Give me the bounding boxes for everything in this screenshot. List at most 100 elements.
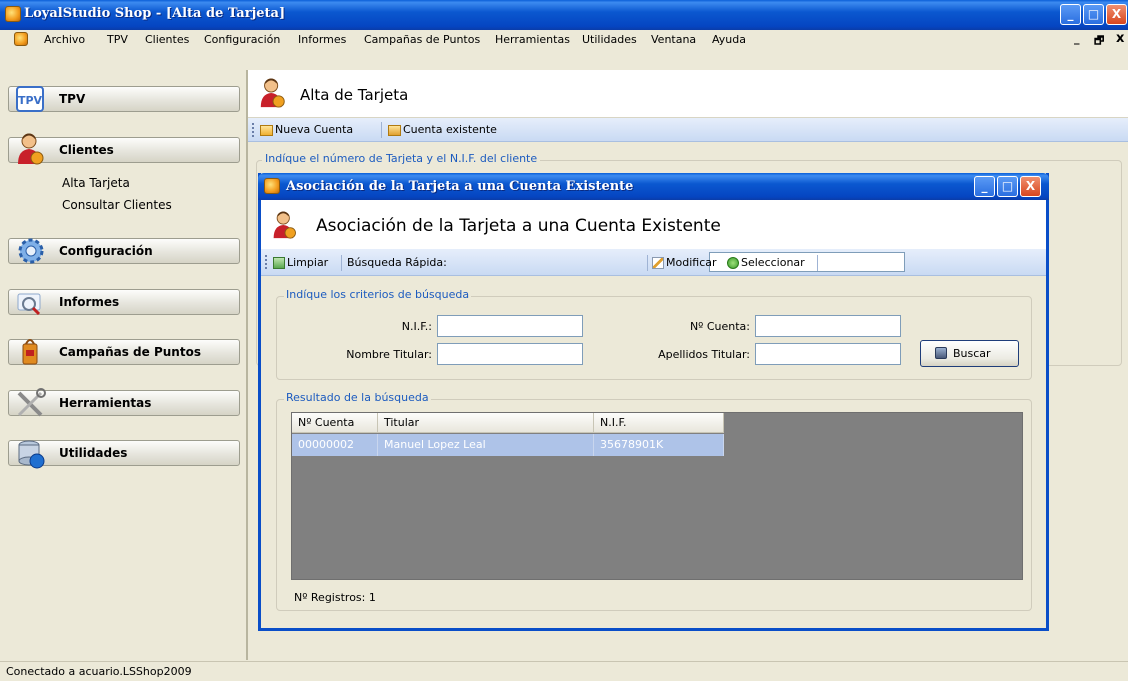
menu-herramientas[interactable]: Herramientas	[495, 33, 570, 46]
dialog-title-bar[interactable]: Asociación de la Tarjeta a una Cuenta Ex…	[258, 173, 1049, 200]
tpv-icon: TPV	[16, 86, 44, 112]
toolbar-separator	[647, 255, 648, 271]
dialog-toolbar: Limpiar Búsqueda Rápida: Modificar Selec…	[261, 249, 1046, 276]
dialog-maximize-button[interactable]: □	[997, 176, 1018, 197]
menu-ayuda[interactable]: Ayuda	[712, 33, 746, 46]
database-globe-icon	[18, 440, 45, 469]
sidebar-subitem-alta-tarjeta[interactable]: Alta Tarjeta	[62, 176, 130, 190]
toolbar-separator	[817, 255, 818, 271]
toolbar-grip[interactable]	[252, 123, 254, 137]
nombre-field[interactable]	[437, 343, 583, 365]
column-header-titular[interactable]: Titular	[378, 413, 594, 433]
app-icon[interactable]	[5, 6, 21, 22]
results-legend: Resultado de la búsqueda	[284, 391, 431, 404]
modificar-button[interactable]: Modificar	[652, 256, 717, 269]
svg-text:TPV: TPV	[18, 94, 43, 107]
column-header-nif[interactable]: N.I.F.	[594, 413, 724, 433]
cuenta-existente-button[interactable]: Cuenta existente	[388, 123, 497, 136]
sidebar-item-label: TPV	[59, 92, 86, 106]
criteria-groupbox	[276, 296, 1032, 380]
sidebar-item-label: Clientes	[59, 143, 114, 157]
column-header-cuenta[interactable]: Nº Cuenta	[292, 413, 378, 433]
nueva-cuenta-button[interactable]: Nueva Cuenta	[260, 123, 353, 136]
mdi-minimize-button[interactable]: _	[1074, 32, 1080, 45]
binoculars-icon	[935, 346, 947, 359]
seleccionar-button[interactable]: Seleccionar	[727, 256, 805, 269]
app-title: LoyalStudio Shop - [Alta de Tarjeta]	[24, 6, 286, 21]
clear-icon	[273, 257, 285, 269]
mdi-close-button[interactable]: x	[1116, 31, 1124, 46]
sidebar-item-clientes[interactable]: Clientes	[8, 133, 240, 165]
dialog-close-button[interactable]: X	[1020, 176, 1041, 197]
menu-informes[interactable]: Informes	[298, 33, 346, 46]
cell-cuenta: 00000002	[292, 434, 378, 456]
sidebar-item-label: Campañas de Puntos	[59, 345, 201, 359]
menu-configuracion[interactable]: Configuración	[204, 33, 280, 46]
apellidos-label: Apellidos Titular:	[658, 348, 750, 361]
main-header: Alta de Tarjeta	[248, 70, 1128, 118]
client-icon	[260, 78, 285, 108]
record-count: Nº Registros: 1	[294, 591, 376, 604]
check-icon	[727, 257, 739, 269]
sidebar-item-tpv[interactable]: TPV TPV	[8, 86, 240, 112]
main-toolbar: Nueva Cuenta Cuenta existente	[248, 118, 1128, 142]
menu-archivo[interactable]: Archivo	[44, 33, 85, 46]
shopping-bag-icon	[22, 339, 38, 365]
status-bar: Conectado a acuario.LSShop2009	[0, 661, 1128, 681]
tarjeta-group-legend: Indíque el número de Tarjeta y el N.I.F.…	[262, 152, 541, 165]
nif-label: N.I.F.:	[401, 320, 432, 333]
report-magnifier-icon	[17, 293, 41, 316]
menu-campanas[interactable]: Campañas de Puntos	[364, 33, 480, 46]
sidebar-item-campanas[interactable]: Campañas de Puntos	[8, 339, 240, 365]
close-button[interactable]: X	[1106, 4, 1127, 25]
menu-clientes[interactable]: Clientes	[145, 33, 189, 46]
gear-icon	[18, 238, 44, 264]
menu-tpv[interactable]: TPV	[107, 33, 128, 46]
sidebar-item-configuracion[interactable]: Configuración	[8, 238, 240, 264]
sidebar-item-label: Utilidades	[59, 446, 128, 460]
buscar-button[interactable]: Buscar	[920, 340, 1019, 367]
sidebar-item-informes[interactable]: Informes	[8, 289, 240, 316]
menu-ventana[interactable]: Ventana	[651, 33, 696, 46]
sidebar-item-herramientas[interactable]: Herramientas	[8, 388, 240, 417]
toolbar-grip[interactable]	[265, 255, 267, 269]
menu-utilidades[interactable]: Utilidades	[582, 33, 637, 46]
sidebar-subitem-consultar-clientes[interactable]: Consultar Clientes	[62, 198, 172, 212]
mdi-child-icon[interactable]	[14, 32, 28, 46]
cell-nif: 35678901K	[594, 434, 724, 456]
cuenta-field[interactable]	[755, 315, 901, 337]
client-icon	[18, 133, 44, 165]
dialog-minimize-button[interactable]: _	[974, 176, 995, 197]
cuenta-label: Nº Cuenta:	[689, 320, 750, 333]
nif-field[interactable]	[437, 315, 583, 337]
dialog-header: Asociación de la Tarjeta a una Cuenta Ex…	[261, 200, 1046, 249]
page-title: Alta de Tarjeta	[300, 86, 409, 104]
mdi-restore-button[interactable]: 🗗	[1094, 32, 1104, 51]
menu-bar: Archivo TPV Clientes Configuración Infor…	[0, 30, 1128, 50]
limpiar-button[interactable]: Limpiar	[273, 256, 328, 269]
apellidos-field[interactable]	[755, 343, 901, 365]
client-icon	[273, 211, 296, 239]
sidebar-item-label: Herramientas	[59, 396, 152, 410]
status-text: Conectado a acuario.LSShop2009	[6, 665, 192, 678]
dialog-app-icon[interactable]	[264, 178, 280, 194]
dialog-title: Asociación de la Tarjeta a una Cuenta Ex…	[286, 179, 634, 194]
criteria-legend: Indíque los criterios de búsqueda	[284, 288, 472, 301]
toolbar-separator	[381, 122, 382, 138]
nombre-label: Nombre Titular:	[346, 348, 432, 361]
minimize-button[interactable]: _	[1060, 4, 1081, 25]
busqueda-rapida-label: Búsqueda Rápida:	[347, 256, 447, 269]
buscar-label: Buscar	[953, 347, 991, 360]
maximize-button[interactable]: □	[1083, 4, 1104, 25]
dialog-header-title: Asociación de la Tarjeta a una Cuenta Ex…	[316, 216, 721, 236]
table-row[interactable]: 00000002 Manuel Lopez Leal 35678901K	[292, 434, 724, 456]
edit-icon	[652, 257, 664, 269]
sidebar-item-utilidades[interactable]: Utilidades	[8, 440, 240, 469]
app-title-bar[interactable]: LoyalStudio Shop - [Alta de Tarjeta] _ □…	[0, 0, 1128, 30]
sidebar-divider[interactable]	[246, 70, 248, 660]
cell-titular: Manuel Lopez Leal	[378, 434, 594, 456]
results-grid[interactable]: Nº Cuenta Titular N.I.F. 00000002 Manuel…	[291, 412, 1023, 580]
sidebar-item-label: Informes	[59, 295, 120, 309]
sidebar-item-label: Configuración	[59, 244, 153, 258]
toolbar-separator	[341, 255, 342, 271]
